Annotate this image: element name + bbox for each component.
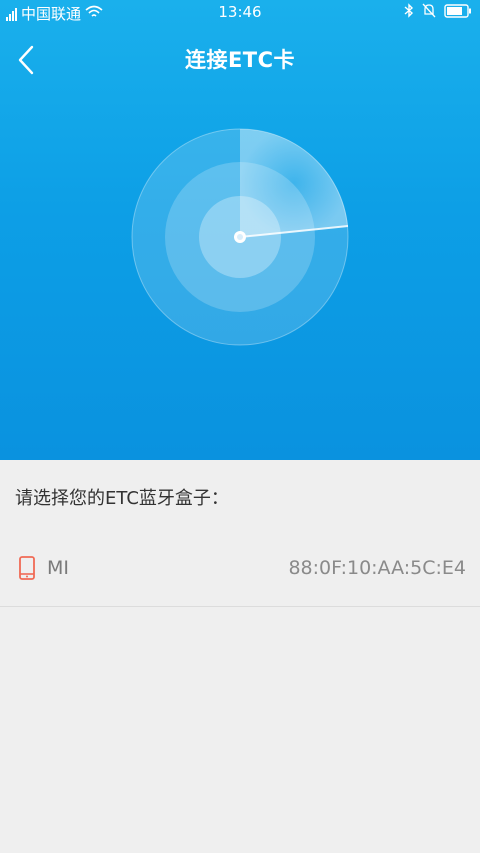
status-right xyxy=(404,3,472,22)
bluetooth-icon xyxy=(404,3,414,22)
device-mac-address: 88:0F:10:AA:5C:E4 xyxy=(288,557,466,579)
page-title: 连接ETC卡 xyxy=(184,48,296,72)
mute-bell-icon xyxy=(422,3,436,22)
connect-etc-screen: 中国联通 13:46 连接ETC卡 请选择您的ETC蓝牙盒子： MI 88:0F… xyxy=(0,0,480,853)
radar-scan-graphic xyxy=(131,128,349,346)
battery-icon xyxy=(444,3,472,22)
device-name: MI xyxy=(47,557,69,579)
status-bar: 中国联通 13:46 xyxy=(0,0,480,24)
select-device-prompt: 请选择您的ETC蓝牙盒子： xyxy=(15,488,229,509)
list-divider xyxy=(0,606,480,607)
nav-bar: 连接ETC卡 xyxy=(0,30,480,92)
device-list-item[interactable]: MI 88:0F:10:AA:5C:E4 xyxy=(0,530,480,606)
phone-icon xyxy=(18,556,36,580)
